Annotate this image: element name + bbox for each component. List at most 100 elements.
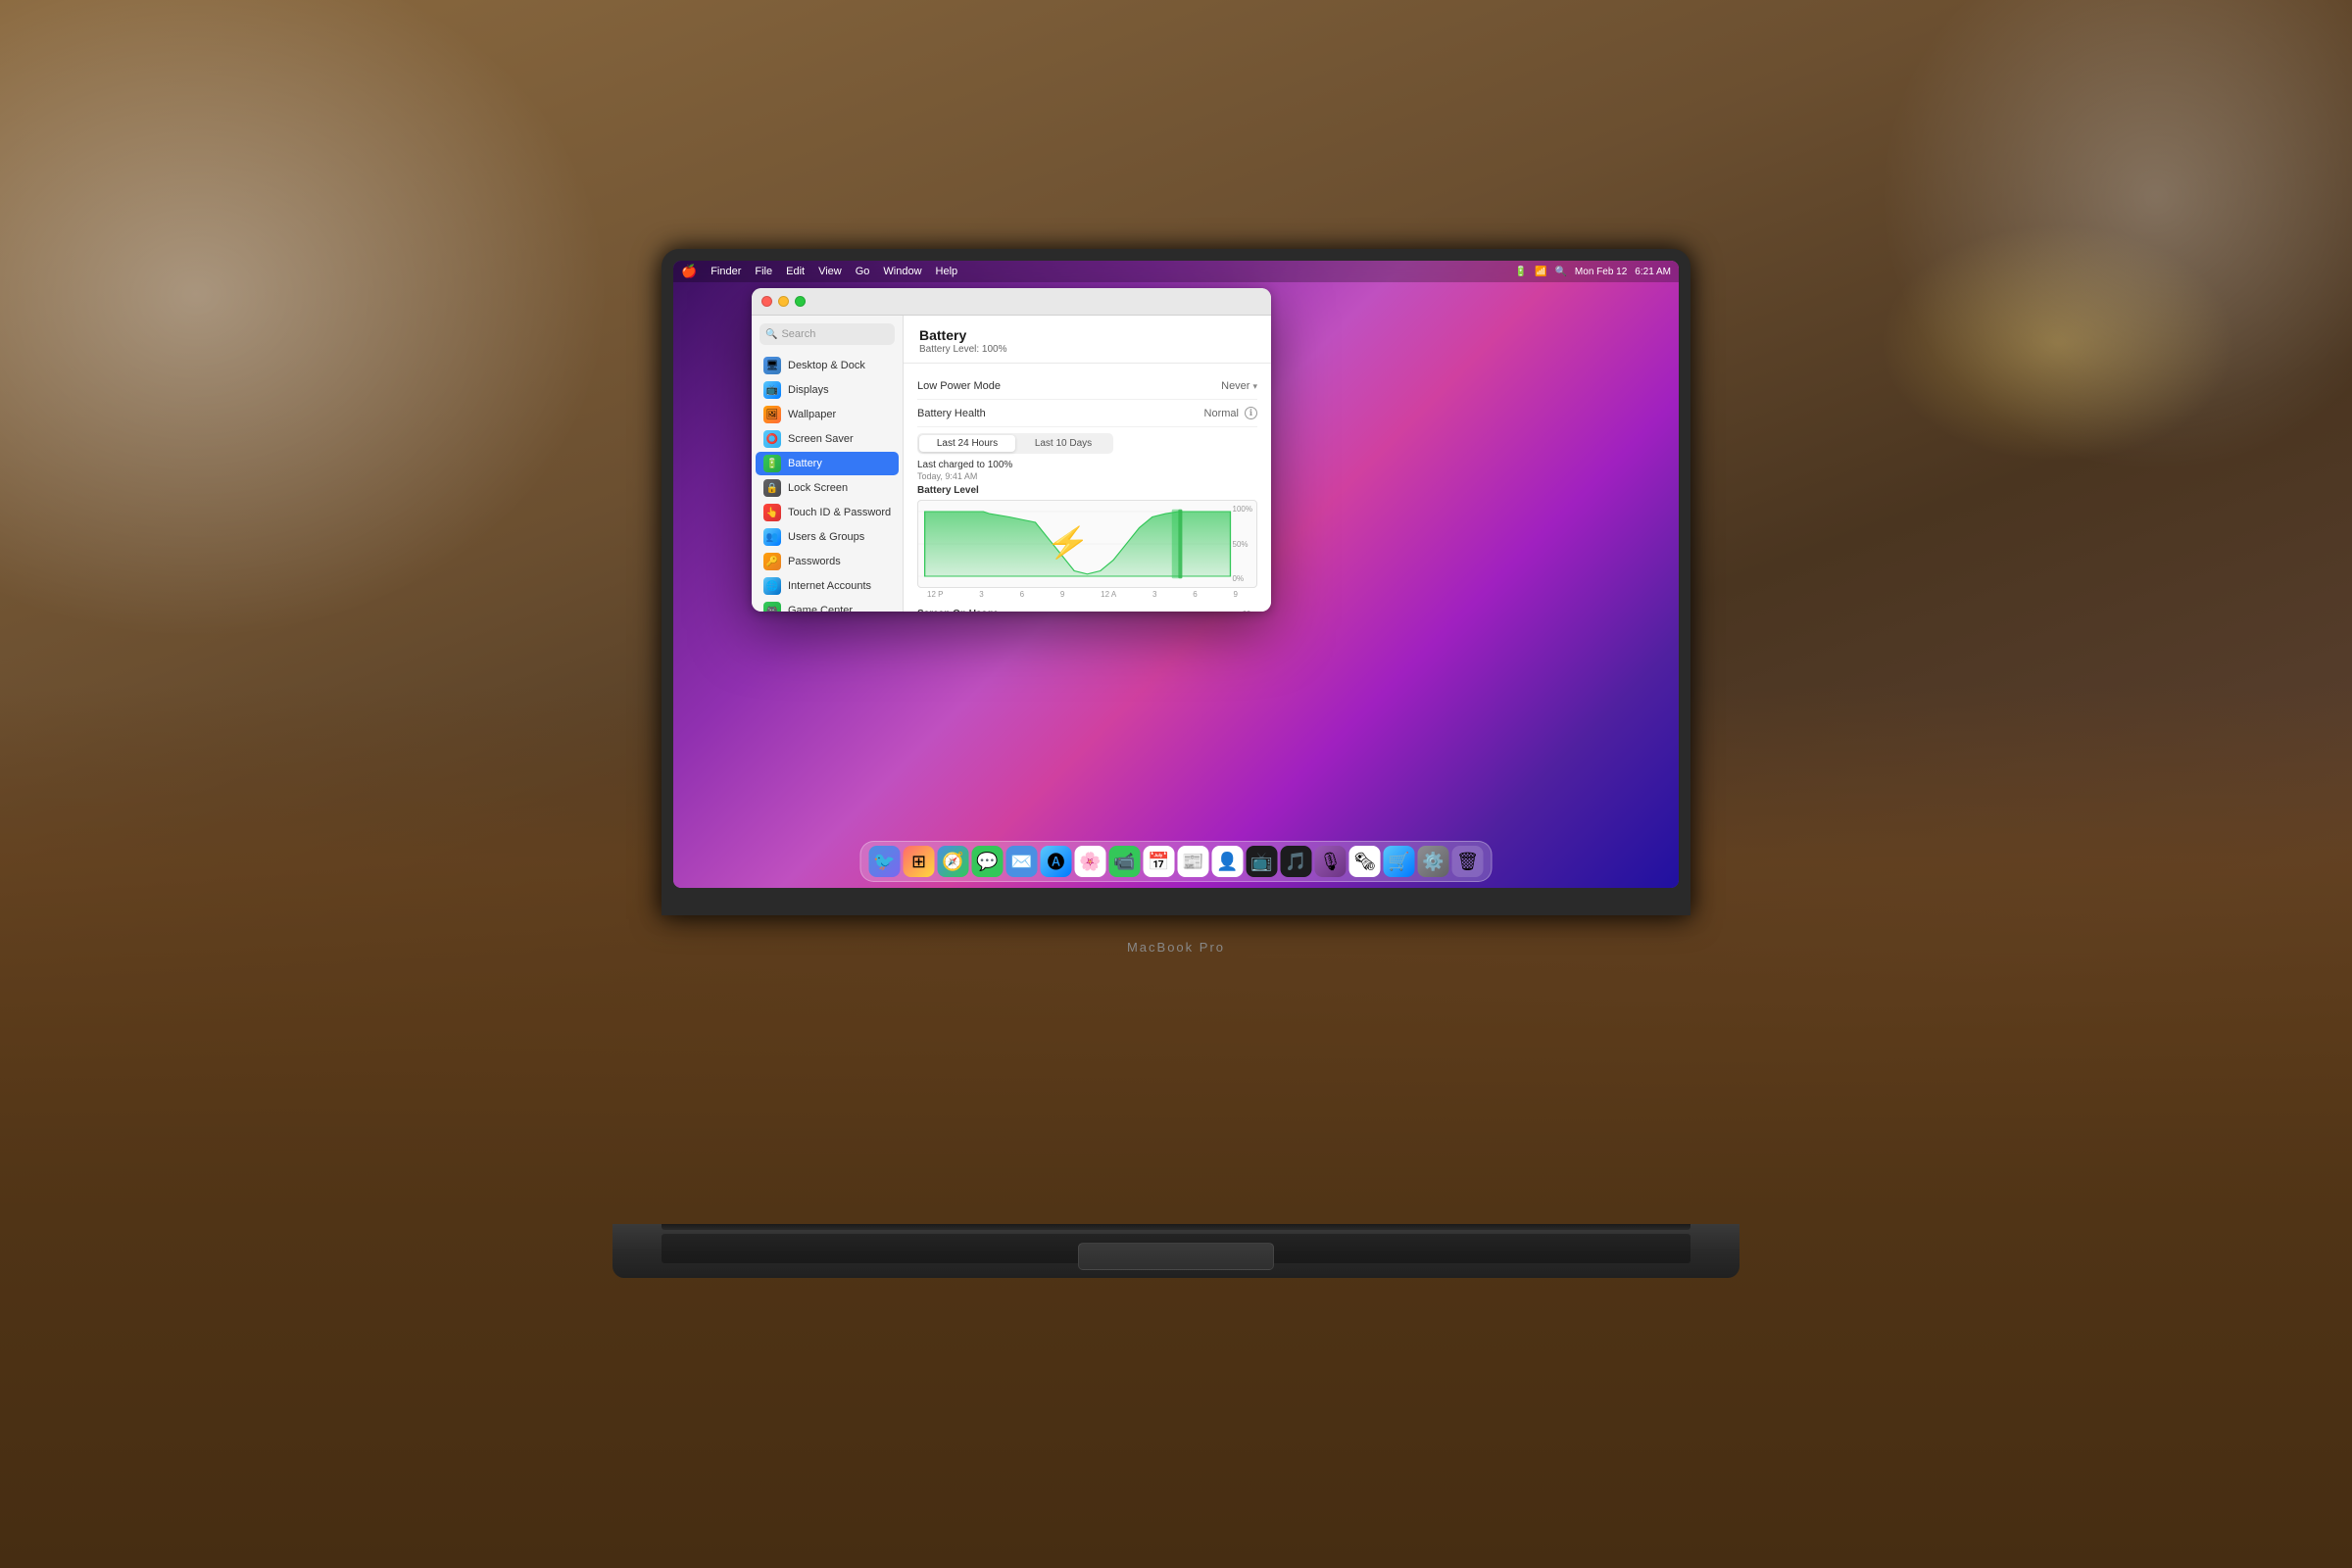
time-period-tabs: Last 24 Hours Last 10 Days	[917, 433, 1113, 454]
screen-on-row: Screen On Usage 60m	[917, 603, 1257, 612]
sidebar-item-touch-id[interactable]: 👆 Touch ID & Password	[756, 501, 899, 524]
low-power-mode-label: Low Power Mode	[917, 380, 1001, 392]
search-menubar-icon[interactable]: 🔍	[1554, 267, 1566, 277]
sidebar-label-battery: Battery	[788, 458, 822, 469]
screen-on-label: Screen On Usage	[917, 609, 999, 612]
sidebar-item-battery[interactable]: 🔋 Battery	[756, 452, 899, 475]
x-label-9: 9	[1060, 590, 1064, 599]
sidebar-item-users-groups[interactable]: 👥 Users & Groups	[756, 525, 899, 549]
menu-help[interactable]: Help	[936, 266, 958, 277]
dock-icon-news[interactable]: 📰	[1178, 846, 1209, 877]
chart-x-labels: 12 P 3 6 9 12 A 3 6 9	[917, 588, 1257, 599]
menu-finder[interactable]: Finder	[710, 266, 741, 277]
dock-icon-sidebar: 🖥	[763, 357, 781, 374]
sidebar-item-wallpaper[interactable]: 🖼 Wallpaper	[756, 403, 899, 426]
x-label-12a: 12 A	[1101, 590, 1116, 599]
battery-health-value: Normal ℹ	[1204, 407, 1257, 419]
y-label-100: 100%	[1233, 505, 1252, 514]
dock-icon-news2[interactable]: 🗞	[1349, 846, 1381, 877]
close-button[interactable]	[761, 296, 772, 307]
users-icon-sidebar: 👥	[763, 528, 781, 546]
dock-icon-calendar[interactable]: 📅	[1144, 846, 1175, 877]
menu-edit[interactable]: Edit	[786, 266, 805, 277]
window-content: 🔍 Search 🖥 Desktop & Dock 📺 Disp	[752, 316, 1271, 612]
menubar: 🍎 Finder File Edit View Go Window Help 🔋…	[673, 261, 1679, 282]
dock-icon-appstore2[interactable]: 🛒	[1384, 846, 1415, 877]
wallpaper-icon-sidebar: 🖼	[763, 406, 781, 423]
sidebar-label-screensaver: Screen Saver	[788, 433, 854, 445]
battery-chart-area: 100% 50% 0%	[917, 500, 1257, 588]
dock-icon-appstore[interactable]: 🅐	[1041, 846, 1072, 877]
battery-menubar-icon: 🔋	[1515, 267, 1527, 277]
dock-icon-photos[interactable]: 🌸	[1075, 846, 1106, 877]
battery-chart-svg: ⚡	[918, 501, 1256, 587]
minimize-button[interactable]	[778, 296, 789, 307]
menu-go[interactable]: Go	[856, 266, 870, 277]
touchid-icon-sidebar: 👆	[763, 504, 781, 521]
display-icon-sidebar: 📺	[763, 381, 781, 399]
tab-last-10-days[interactable]: Last 10 Days	[1015, 435, 1111, 452]
trackpad[interactable]	[1078, 1243, 1274, 1270]
gamecenter-icon-sidebar: 🎮	[763, 602, 781, 612]
x-label-9a: 9	[1234, 590, 1238, 599]
chart-y-labels: 100% 50% 0%	[1233, 501, 1252, 587]
screen-bezel: 🍎 Finder File Edit View Go Window Help 🔋…	[662, 249, 1690, 915]
menu-file[interactable]: File	[755, 266, 772, 277]
battery-chart-title: Battery Level	[917, 485, 1257, 496]
last-charged-label: Last charged to 100%	[917, 460, 1257, 470]
panel-body: Low Power Mode Never ▾ Battery Health	[904, 364, 1271, 612]
laptop-base	[612, 1224, 1740, 1278]
sidebar-list: 🖥 Desktop & Dock 📺 Displays 🖼 Wallpaper	[752, 351, 903, 612]
dock-icon-music[interactable]: 🎵	[1281, 846, 1312, 877]
dock-icon-tv[interactable]: 📺	[1247, 846, 1278, 877]
traffic-lights	[761, 296, 806, 307]
menu-view[interactable]: View	[818, 266, 842, 277]
sidebar-item-game-center[interactable]: 🎮 Game Center	[756, 599, 899, 612]
menu-window[interactable]: Window	[883, 266, 921, 277]
y-label-50: 50%	[1233, 540, 1252, 549]
screensaver-icon-sidebar: ⭕	[763, 430, 781, 448]
dock-icon-launchpad[interactable]: ⊞	[904, 846, 935, 877]
sidebar-item-passwords[interactable]: 🔑 Passwords	[756, 550, 899, 573]
low-power-chevron-icon: ▾	[1252, 381, 1257, 392]
search-icon: 🔍	[765, 329, 777, 340]
dock-icon-facetime[interactable]: 📹	[1109, 846, 1141, 877]
system-preferences-window: 🔍 Search 🖥 Desktop & Dock 📺 Disp	[752, 288, 1271, 612]
dock-icon-finder[interactable]: 🐦	[869, 846, 901, 877]
y-label-0: 0%	[1233, 574, 1252, 583]
dock-icon-podcasts[interactable]: 🎙	[1315, 846, 1347, 877]
panel-title: Battery	[919, 327, 1255, 343]
dock-icon-messages[interactable]: 💬	[972, 846, 1004, 877]
low-power-mode-value[interactable]: Never ▾	[1221, 380, 1257, 392]
datetime-display: Mon Feb 12	[1575, 267, 1627, 277]
laptop-container: 🍎 Finder File Edit View Go Window Help 🔋…	[500, 249, 1852, 1278]
dock-icon-sysprefs[interactable]: ⚙️	[1418, 846, 1449, 877]
sidebar-label-game-center: Game Center	[788, 605, 853, 612]
x-label-3a: 3	[1152, 590, 1156, 599]
battery-health-row: Battery Health Normal ℹ	[917, 400, 1257, 427]
passwords-icon-sidebar: 🔑	[763, 553, 781, 570]
apple-menu[interactable]: 🍎	[681, 264, 697, 279]
dock-icon-contacts[interactable]: 👤	[1212, 846, 1244, 877]
tab-last-24-hours[interactable]: Last 24 Hours	[919, 435, 1015, 452]
info-icon[interactable]: ℹ	[1245, 407, 1257, 419]
sidebar-item-displays[interactable]: 📺 Displays	[756, 378, 899, 402]
sidebar-label-wallpaper: Wallpaper	[788, 409, 836, 420]
menubar-left: 🍎 Finder File Edit View Go Window Help	[681, 264, 1515, 279]
sidebar-label-internet-accounts: Internet Accounts	[788, 580, 871, 592]
sidebar-item-screensaver[interactable]: ⭕ Screen Saver	[756, 427, 899, 451]
macbook-model-label: MacBook Pro	[1127, 940, 1225, 955]
battery-health-label: Battery Health	[917, 408, 986, 419]
search-bar[interactable]: 🔍 Search	[760, 323, 895, 345]
sidebar-item-internet-accounts[interactable]: 🌐 Internet Accounts	[756, 574, 899, 598]
dock-icon-trash[interactable]: 🗑	[1452, 846, 1484, 877]
sidebar-item-lock-screen[interactable]: 🔒 Lock Screen	[756, 476, 899, 500]
dock-icon-mail[interactable]: ✉️	[1006, 846, 1038, 877]
sidebar-item-desktop-dock[interactable]: 🖥 Desktop & Dock	[756, 354, 899, 377]
x-label-6a: 6	[1193, 590, 1197, 599]
maximize-button[interactable]	[795, 296, 806, 307]
laptop-hinge	[662, 1224, 1690, 1230]
battery-main-panel: Battery Battery Level: 100% Low Power Mo…	[904, 316, 1271, 612]
svg-text:⚡: ⚡	[1045, 525, 1090, 561]
dock-icon-safari[interactable]: 🧭	[938, 846, 969, 877]
